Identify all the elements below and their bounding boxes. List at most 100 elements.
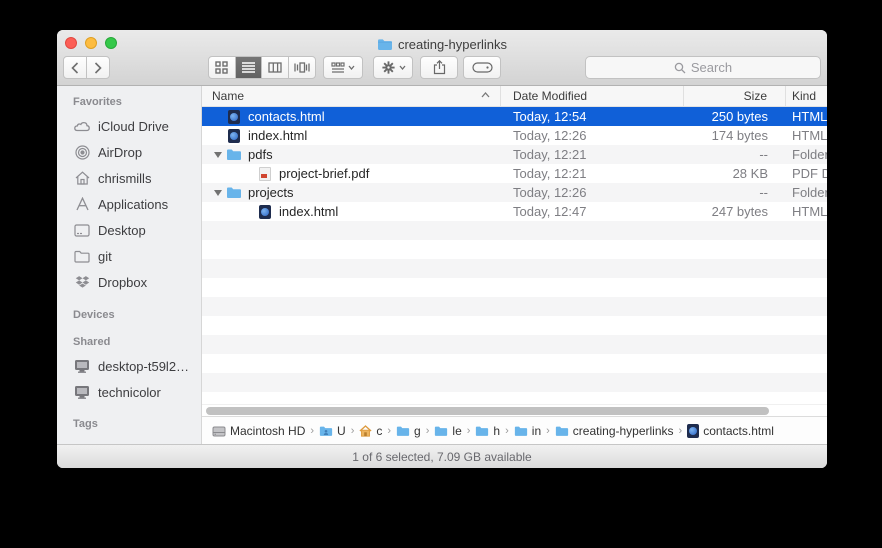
action-menu-button[interactable] bbox=[373, 56, 413, 79]
disclosure-triangle-icon[interactable] bbox=[214, 152, 222, 158]
sidebar-section-shared: Shared bbox=[73, 336, 201, 350]
back-button[interactable] bbox=[64, 57, 87, 78]
folder-icon bbox=[226, 148, 242, 161]
window-title-text: creating-hyperlinks bbox=[398, 37, 507, 52]
airdrop-icon bbox=[73, 145, 91, 160]
display-icon bbox=[73, 385, 91, 399]
titlebar: creating-hyperlinks bbox=[57, 30, 827, 86]
applications-icon bbox=[73, 197, 91, 211]
pdf-file-icon bbox=[259, 167, 271, 181]
display-icon bbox=[73, 359, 91, 373]
html-file-icon bbox=[687, 424, 699, 438]
sort-ascending-icon bbox=[481, 92, 490, 98]
path-bar: Macintosh HD › U › c › g › bbox=[202, 416, 827, 444]
list-header: Name Date Modified Size Kind bbox=[202, 86, 827, 107]
folder-icon bbox=[514, 425, 528, 437]
desktop-icon bbox=[73, 224, 91, 237]
folder-icon bbox=[555, 425, 569, 437]
html-file-icon bbox=[228, 129, 240, 143]
sidebar-item-icloud-drive[interactable]: iCloud Drive bbox=[57, 113, 201, 139]
path-separator: › bbox=[351, 425, 355, 437]
share-button[interactable] bbox=[420, 56, 458, 79]
html-file-icon bbox=[259, 205, 271, 219]
disclosure-triangle-icon[interactable] bbox=[214, 190, 222, 196]
view-switcher bbox=[208, 56, 316, 79]
column-header-size[interactable]: Size bbox=[684, 86, 786, 106]
path-item-git[interactable]: g bbox=[396, 424, 421, 438]
home-folder-icon bbox=[359, 425, 372, 437]
path-item-contacts-html[interactable]: contacts.html bbox=[687, 424, 774, 438]
search-placeholder: Search bbox=[691, 60, 732, 75]
path-item-macintosh-hd[interactable]: Macintosh HD bbox=[212, 424, 305, 438]
hard-drive-icon bbox=[212, 425, 226, 437]
scrollbar-thumb[interactable] bbox=[206, 407, 769, 415]
column-view-button[interactable] bbox=[262, 57, 289, 78]
users-folder-icon bbox=[319, 425, 333, 437]
file-list: contacts.html Today, 12:54 250 bytes HTM… bbox=[202, 107, 827, 404]
path-item-creating-hyperlinks[interactable]: creating-hyperlinks bbox=[555, 424, 674, 438]
sidebar-item-applications[interactable]: Applications bbox=[57, 191, 201, 217]
home-icon bbox=[73, 171, 91, 185]
path-separator: › bbox=[426, 425, 430, 437]
folder-icon bbox=[475, 425, 489, 437]
path-separator: › bbox=[679, 425, 683, 437]
column-header-kind[interactable]: Kind bbox=[786, 86, 827, 106]
path-separator: › bbox=[467, 425, 471, 437]
status-bar: 1 of 6 selected, 7.09 GB available bbox=[57, 444, 827, 468]
finder-window: creating-hyperlinks bbox=[57, 30, 827, 468]
file-list-pane: Name Date Modified Size Kind c bbox=[202, 86, 827, 444]
folder-row-projects[interactable]: projects Today, 12:26 -- Folder bbox=[202, 183, 827, 202]
gear-icon bbox=[381, 60, 396, 75]
search-icon bbox=[674, 62, 686, 74]
sidebar-section-tags: Tags bbox=[73, 418, 201, 432]
forward-button[interactable] bbox=[87, 57, 109, 78]
sidebar-section-favorites: Favorites bbox=[73, 96, 201, 110]
horizontal-scrollbar bbox=[202, 404, 827, 416]
search-input[interactable]: Search bbox=[585, 56, 821, 79]
sidebar-section-devices: Devices bbox=[73, 309, 201, 323]
coverflow-view-button[interactable] bbox=[289, 57, 315, 78]
path-separator: › bbox=[546, 425, 550, 437]
sidebar-item-desktop[interactable]: Desktop bbox=[57, 217, 201, 243]
sidebar-item-airdrop[interactable]: AirDrop bbox=[57, 139, 201, 165]
file-row-contacts-html[interactable]: contacts.html Today, 12:54 250 bytes HTM… bbox=[202, 107, 827, 126]
tag-button[interactable] bbox=[463, 56, 501, 79]
folder-icon bbox=[377, 38, 393, 51]
path-separator: › bbox=[505, 425, 509, 437]
path-separator: › bbox=[387, 425, 391, 437]
folder-icon bbox=[396, 425, 410, 437]
column-header-name[interactable]: Name bbox=[202, 86, 501, 106]
sidebar-item-technicolor[interactable]: technicolor bbox=[57, 379, 201, 405]
column-header-date-modified[interactable]: Date Modified bbox=[501, 86, 684, 106]
chevron-down-icon bbox=[348, 65, 355, 70]
path-item-users[interactable]: U bbox=[319, 424, 346, 438]
navigation-buttons bbox=[63, 56, 110, 79]
path-separator: › bbox=[310, 425, 314, 437]
icloud-icon bbox=[73, 120, 91, 132]
file-row-project-brief-pdf[interactable]: project-brief.pdf Today, 12:21 28 KB PDF… bbox=[202, 164, 827, 183]
path-item-chrismills[interactable]: c bbox=[359, 424, 382, 438]
status-text: 1 of 6 selected, 7.09 GB available bbox=[352, 450, 531, 464]
dropbox-icon bbox=[73, 275, 91, 289]
icon-view-button[interactable] bbox=[209, 57, 236, 78]
arrange-menu-button[interactable] bbox=[323, 56, 363, 79]
window-title: creating-hyperlinks bbox=[57, 35, 827, 53]
sidebar-item-dropbox[interactable]: Dropbox bbox=[57, 269, 201, 295]
file-row-index-html[interactable]: index.html Today, 12:26 174 bytes HTML d… bbox=[202, 126, 827, 145]
sidebar-item-desktop-t59l2[interactable]: desktop-t59l2… bbox=[57, 353, 201, 379]
file-row-projects-index-html[interactable]: index.html Today, 12:47 247 bytes HTML d… bbox=[202, 202, 827, 221]
folder-icon bbox=[226, 186, 242, 199]
folder-icon bbox=[434, 425, 448, 437]
sidebar: Favorites iCloud Drive AirDrop chrismill… bbox=[57, 86, 202, 444]
sidebar-item-git[interactable]: git bbox=[57, 243, 201, 269]
share-icon bbox=[433, 60, 446, 75]
chevron-down-icon bbox=[399, 65, 406, 70]
list-view-button[interactable] bbox=[236, 57, 263, 78]
path-item-in[interactable]: in bbox=[514, 424, 541, 438]
path-item-html[interactable]: h bbox=[475, 424, 500, 438]
sidebar-item-home[interactable]: chrismills bbox=[57, 165, 201, 191]
tag-icon bbox=[472, 62, 493, 73]
folder-icon bbox=[73, 250, 91, 263]
path-item-learning[interactable]: le bbox=[434, 424, 461, 438]
folder-row-pdfs[interactable]: pdfs Today, 12:21 -- Folder bbox=[202, 145, 827, 164]
